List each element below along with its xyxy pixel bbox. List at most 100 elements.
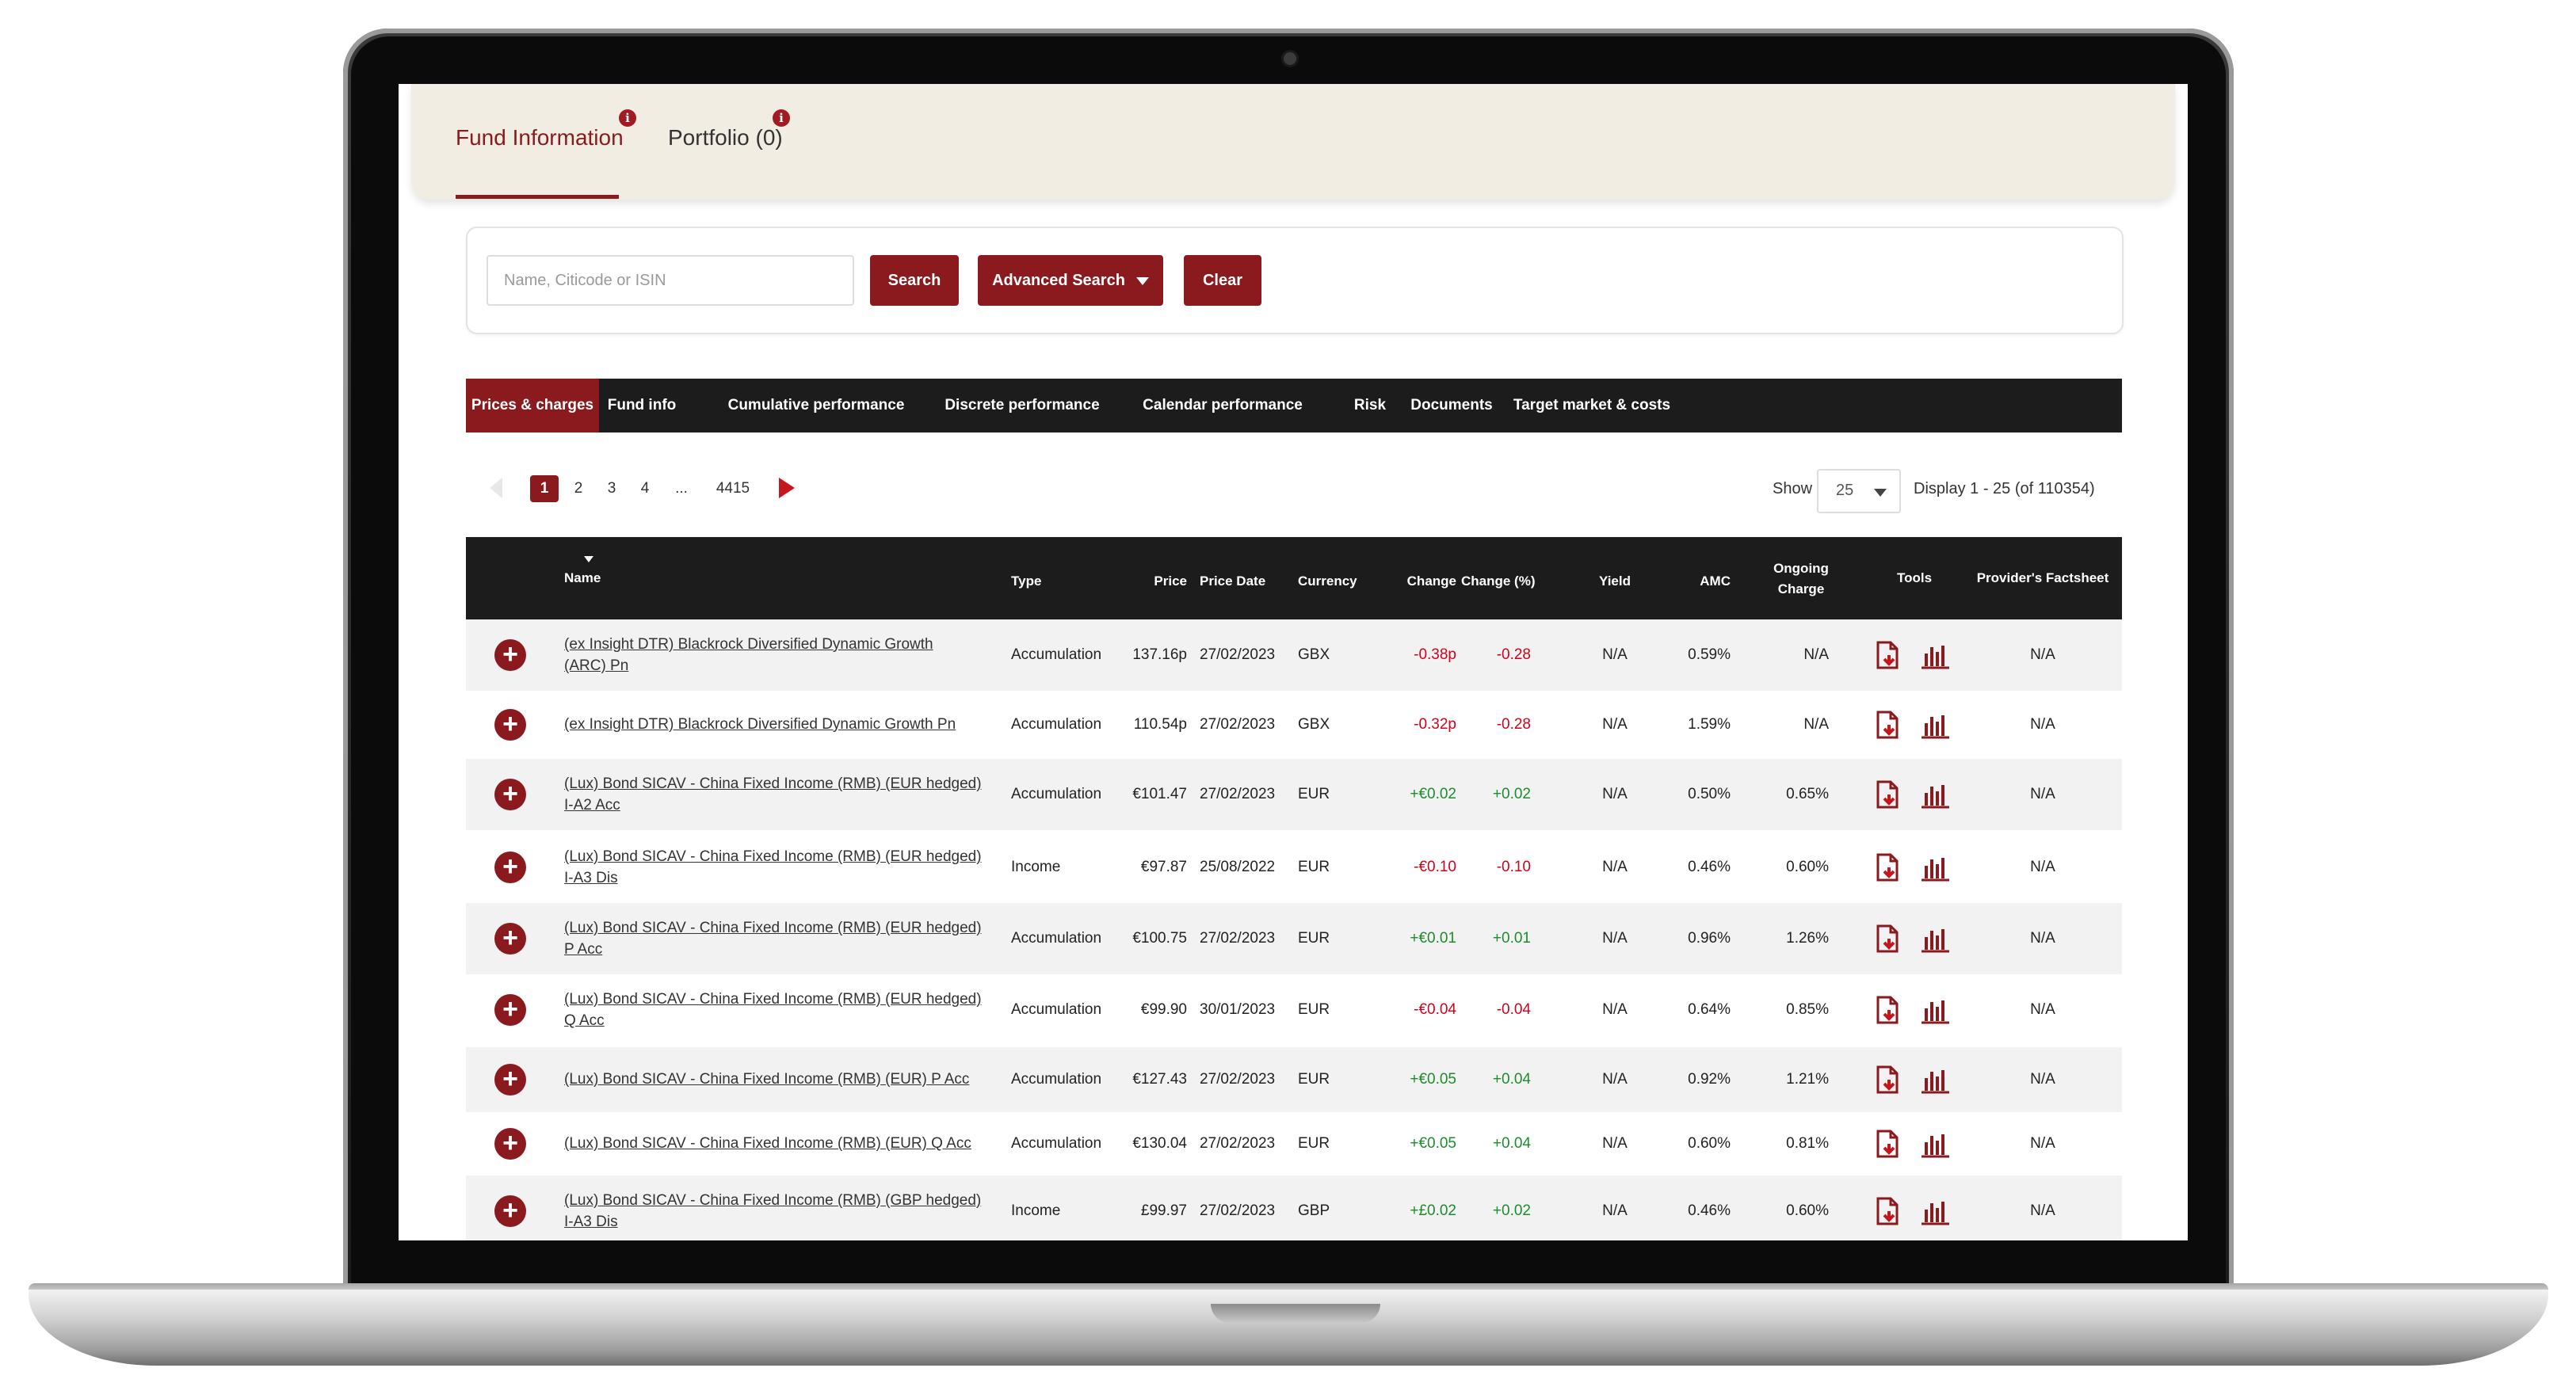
- document-download-icon[interactable]: [1872, 923, 1903, 955]
- plus-circle-icon[interactable]: +: [494, 1195, 526, 1227]
- cell-type: Accumulation: [1011, 1071, 1102, 1088]
- cell-currency: EUR: [1298, 859, 1330, 875]
- chevron-down-icon: [1874, 489, 1887, 497]
- document-download-icon[interactable]: [1872, 1064, 1903, 1096]
- tab-portfolio[interactable]: Portfolio (0): [668, 125, 783, 151]
- cell-ongoing-charge: 0.65%: [1786, 786, 1829, 802]
- prev-page-icon[interactable]: [490, 478, 502, 498]
- fund-name-line1: (ex Insight DTR) Blackrock Diversified D…: [564, 636, 933, 653]
- fund-name-line2: P Acc: [564, 941, 603, 958]
- col-change-pct[interactable]: Change (%): [1461, 573, 1536, 589]
- plus-circle-icon[interactable]: +: [494, 779, 526, 810]
- tab-target-market-costs[interactable]: Target market & costs: [1510, 379, 1673, 432]
- tab-prices-charges[interactable]: Prices & charges: [466, 379, 599, 432]
- tab-fund-information[interactable]: Fund Information: [456, 125, 624, 151]
- page-ellipsis: ...: [675, 480, 688, 497]
- fund-name-link[interactable]: (Lux) Bond SICAV - China Fixed Income (R…: [564, 846, 992, 889]
- cell-change: -0.32p: [1414, 716, 1456, 733]
- fund-name-link[interactable]: (Lux) Bond SICAV - China Fixed Income (R…: [564, 1133, 992, 1154]
- page-2[interactable]: 2: [568, 475, 589, 502]
- page-3[interactable]: 3: [601, 475, 622, 502]
- col-type[interactable]: Type: [1011, 573, 1041, 589]
- document-download-icon[interactable]: [1872, 994, 1903, 1026]
- col-yield[interactable]: Yield: [1583, 573, 1647, 589]
- tab-documents[interactable]: Documents: [1404, 379, 1499, 432]
- plus-circle-icon[interactable]: +: [494, 852, 526, 883]
- info-icon[interactable]: i: [773, 109, 790, 127]
- col-amc[interactable]: AMC: [1654, 573, 1731, 589]
- plus-circle-icon[interactable]: +: [494, 639, 526, 671]
- search-input[interactable]: [487, 255, 854, 306]
- page-4[interactable]: 4: [635, 475, 655, 502]
- page-size-select[interactable]: 25: [1817, 469, 1901, 513]
- show-label: Show: [1773, 480, 1813, 497]
- advanced-search-button[interactable]: Advanced Search: [978, 255, 1163, 306]
- top-tabs-bar: Fund Information i Portfolio (0) i: [411, 84, 2175, 200]
- tab-fund-info[interactable]: Fund info: [605, 379, 678, 432]
- cell-ongoing-charge: 1.26%: [1786, 930, 1829, 947]
- sort-desc-icon[interactable]: [584, 556, 593, 562]
- bar-chart-icon[interactable]: [1919, 1128, 1951, 1160]
- page-last[interactable]: 4415: [711, 475, 755, 502]
- plus-circle-icon[interactable]: +: [494, 923, 526, 955]
- page-1[interactable]: 1: [530, 475, 559, 502]
- document-download-icon[interactable]: [1872, 1128, 1903, 1160]
- active-tab-indicator: [456, 195, 619, 199]
- fund-name-link[interactable]: (ex Insight DTR) Blackrock Diversified D…: [564, 714, 992, 735]
- col-name[interactable]: Name: [564, 570, 601, 586]
- next-page-icon[interactable]: [779, 478, 795, 498]
- tab-calendar-performance[interactable]: Calendar performance: [1135, 379, 1311, 432]
- fund-name-line2: I-A3 Dis: [564, 870, 618, 886]
- bar-chart-icon[interactable]: [1919, 994, 1951, 1026]
- bar-chart-icon[interactable]: [1919, 852, 1951, 883]
- fund-name-link[interactable]: (ex Insight DTR) Blackrock Diversified D…: [564, 634, 992, 676]
- fund-name-link[interactable]: (Lux) Bond SICAV - China Fixed Income (R…: [564, 1190, 992, 1233]
- bar-chart-icon[interactable]: [1919, 639, 1951, 671]
- cell-ongoing-charge: 0.81%: [1786, 1135, 1829, 1152]
- document-download-icon[interactable]: [1872, 709, 1903, 741]
- bar-chart-icon[interactable]: [1919, 1195, 1951, 1227]
- table-row: + (Lux) Bond SICAV - China Fixed Income (…: [466, 759, 2122, 830]
- cell-currency: EUR: [1298, 786, 1330, 802]
- fund-name-link[interactable]: (Lux) Bond SICAV - China Fixed Income (R…: [564, 917, 992, 960]
- fund-name-line1: (ex Insight DTR) Blackrock Diversified D…: [564, 716, 956, 733]
- cell-amc: 0.60%: [1688, 1135, 1731, 1152]
- plus-circle-icon[interactable]: +: [494, 1064, 526, 1096]
- document-download-icon[interactable]: [1872, 779, 1903, 810]
- col-price-date[interactable]: Price Date: [1200, 573, 1265, 589]
- cell-price-date: 27/02/2023: [1200, 646, 1276, 663]
- fund-name-link[interactable]: (Lux) Bond SICAV - China Fixed Income (R…: [564, 1069, 992, 1090]
- cell-amc: 0.46%: [1688, 859, 1731, 875]
- cell-change-pct: +0.04: [1492, 1135, 1531, 1152]
- plus-circle-icon[interactable]: +: [494, 709, 526, 741]
- col-currency[interactable]: Currency: [1298, 573, 1357, 589]
- fund-name-link[interactable]: (Lux) Bond SICAV - China Fixed Income (R…: [564, 773, 992, 816]
- cell-change: +€0.05: [1410, 1071, 1456, 1088]
- col-price[interactable]: Price: [1100, 573, 1187, 589]
- document-download-icon[interactable]: [1872, 639, 1903, 671]
- plus-circle-icon[interactable]: +: [494, 994, 526, 1026]
- bar-chart-icon[interactable]: [1919, 1064, 1951, 1096]
- tab-cumulative-performance[interactable]: Cumulative performance: [713, 379, 919, 432]
- document-download-icon[interactable]: [1872, 852, 1903, 883]
- table-row: + (Lux) Bond SICAV - China Fixed Income (…: [466, 832, 2122, 903]
- plus-circle-icon[interactable]: +: [494, 1128, 526, 1160]
- cell-change: -€0.04: [1414, 1001, 1456, 1018]
- clear-button[interactable]: Clear: [1184, 255, 1261, 306]
- tab-risk[interactable]: Risk: [1342, 379, 1398, 432]
- fund-name-link[interactable]: (Lux) Bond SICAV - China Fixed Income (R…: [564, 989, 992, 1031]
- col-ongoing-line2[interactable]: Charge: [1757, 581, 1845, 597]
- cell-change: -0.38p: [1414, 646, 1456, 663]
- col-change[interactable]: Change: [1369, 573, 1456, 589]
- bar-chart-icon[interactable]: [1919, 923, 1951, 955]
- search-button[interactable]: Search: [870, 255, 959, 306]
- col-ongoing-line1[interactable]: Ongoing: [1757, 561, 1845, 577]
- cell-change: +€0.01: [1410, 930, 1456, 947]
- document-download-icon[interactable]: [1872, 1195, 1903, 1227]
- cell-currency: EUR: [1298, 930, 1330, 947]
- bar-chart-icon[interactable]: [1919, 709, 1951, 741]
- bar-chart-icon[interactable]: [1919, 779, 1951, 810]
- col-factsheet[interactable]: Provider's Factsheet: [1971, 570, 2114, 586]
- tab-discrete-performance[interactable]: Discrete performance: [935, 379, 1109, 432]
- info-icon[interactable]: i: [619, 109, 636, 127]
